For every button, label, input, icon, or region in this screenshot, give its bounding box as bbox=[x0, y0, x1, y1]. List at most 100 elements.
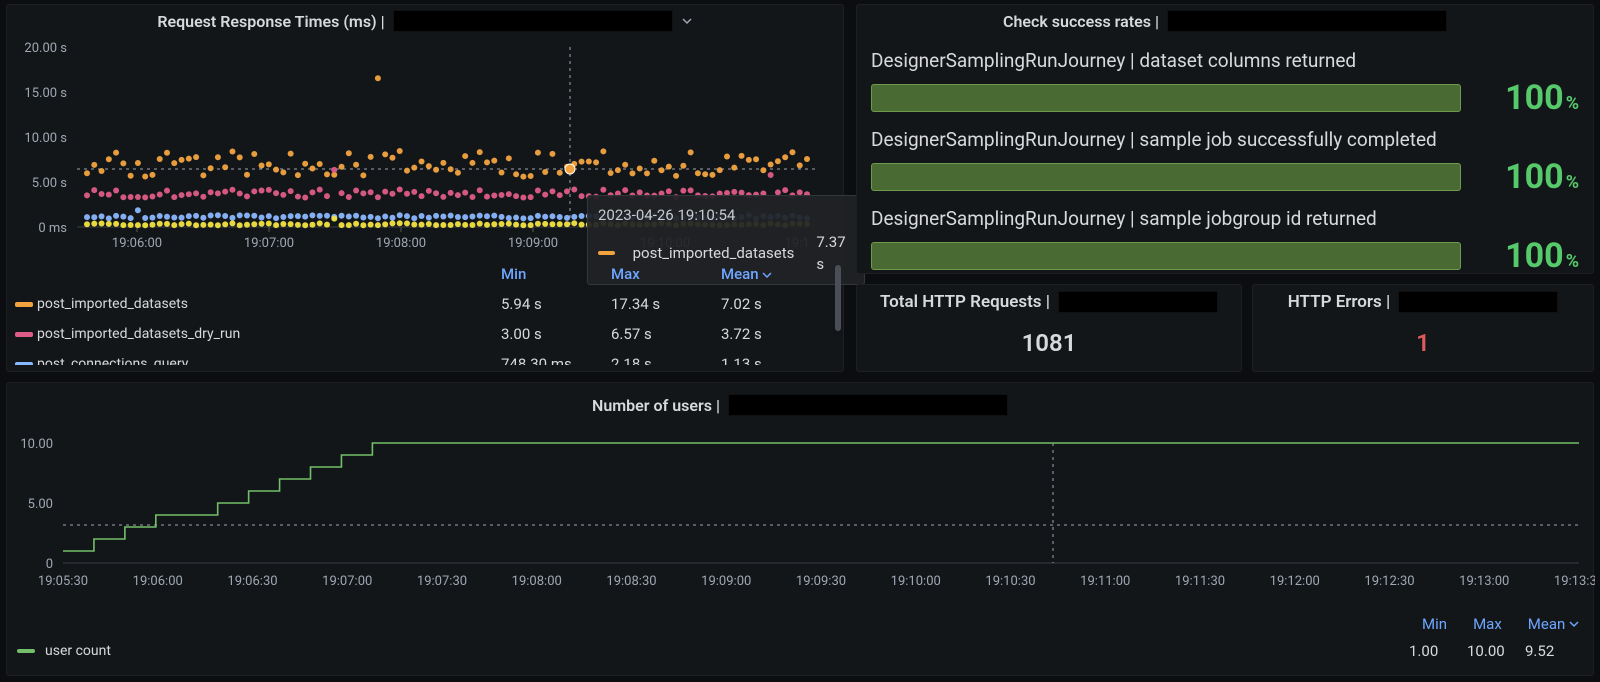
check-item: DesignerSamplingRunJourney | sample jobg… bbox=[871, 207, 1579, 276]
svg-text:19:09:00: 19:09:00 bbox=[701, 574, 751, 589]
panel-header[interactable]: HTTP Errors | bbox=[1253, 285, 1593, 319]
check-label: DesignerSamplingRunJourney | sample job … bbox=[871, 128, 1579, 151]
svg-text:19:06:00: 19:06:00 bbox=[133, 574, 183, 589]
panel-header[interactable]: Total HTTP Requests | bbox=[857, 285, 1241, 319]
panel-title: Check success rates | bbox=[1003, 12, 1159, 31]
legend-min: 3.00 s bbox=[501, 325, 611, 343]
legend-min: 1.00 bbox=[1409, 642, 1467, 660]
svg-text:19:08:00: 19:08:00 bbox=[376, 236, 426, 251]
svg-text:10.00 s: 10.00 s bbox=[24, 131, 67, 146]
legend-name: user count bbox=[45, 643, 111, 659]
legend-swatch bbox=[15, 332, 33, 337]
legend-swatch bbox=[15, 362, 33, 366]
svg-text:19:11:00: 19:11:00 bbox=[1080, 574, 1130, 589]
legend-row[interactable]: post_imported_datasets5.94 s17.34 s7.02 … bbox=[15, 289, 839, 319]
legend-mean: 1.13 s bbox=[721, 355, 831, 365]
svg-text:19:13:30: 19:13:30 bbox=[1554, 574, 1595, 589]
users-legend-table: Min Max Mean user count 1.00 10.00 9.52 bbox=[17, 611, 1583, 669]
panel-total-requests: Total HTTP Requests | 1081 bbox=[856, 284, 1242, 372]
col-max[interactable]: Max bbox=[611, 265, 721, 283]
response-times-chart[interactable]: 0 ms 5.00 s 10.00 s 15.00 s 20.00 s 19:06:00 1… bbox=[7, 37, 845, 259]
svg-text:15.00 s: 15.00 s bbox=[24, 86, 67, 101]
svg-text:19:07:00: 19:07:00 bbox=[244, 236, 294, 251]
svg-text:19:08:30: 19:08:30 bbox=[606, 574, 656, 589]
svg-text:19:1: 19:1 bbox=[784, 236, 809, 251]
legend-max: 17.34 s bbox=[611, 295, 721, 313]
col-min[interactable]: Min bbox=[1422, 615, 1447, 633]
svg-text:19:10:00: 19:10:00 bbox=[640, 236, 690, 251]
svg-text:19:09:00: 19:09:00 bbox=[508, 236, 558, 251]
check-pct: 100% bbox=[1479, 236, 1579, 276]
panel-header[interactable]: Number of users | bbox=[7, 383, 1593, 427]
legend-mean: 3.72 s bbox=[721, 325, 831, 343]
check-label: DesignerSamplingRunJourney | sample jobg… bbox=[871, 207, 1579, 230]
check-pct: 100% bbox=[1479, 157, 1579, 197]
svg-text:19:06:00: 19:06:00 bbox=[112, 236, 162, 251]
svg-text:5.00: 5.00 bbox=[28, 497, 53, 512]
panel-var-censored bbox=[1398, 291, 1558, 313]
svg-text:19:11:30: 19:11:30 bbox=[1175, 574, 1225, 589]
panel-var-censored bbox=[1058, 291, 1218, 313]
legend-max: 10.00 bbox=[1467, 642, 1525, 660]
svg-text:19:07:30: 19:07:30 bbox=[417, 574, 467, 589]
svg-text:19:13:00: 19:13:00 bbox=[1459, 574, 1509, 589]
response-legend-table: Min Max Mean post_imported_datasets5.94 … bbox=[15, 259, 839, 365]
check-item: DesignerSamplingRunJourney | sample job … bbox=[871, 128, 1579, 197]
svg-text:19:08:00: 19:08:00 bbox=[512, 574, 562, 589]
panel-response-times: Request Response Times (ms) | 0 ms 5.00 s… bbox=[6, 4, 844, 372]
svg-text:19:10:30: 19:10:30 bbox=[985, 574, 1035, 589]
legend-min: 5.94 s bbox=[501, 295, 611, 313]
check-bar[interactable] bbox=[871, 84, 1461, 112]
check-item: DesignerSamplingRunJourney | dataset col… bbox=[871, 49, 1579, 118]
panel-var-censored bbox=[728, 394, 1008, 416]
panel-title: Total HTTP Requests | bbox=[880, 292, 1050, 312]
check-label: DesignerSamplingRunJourney | dataset col… bbox=[871, 49, 1579, 72]
legend-swatch bbox=[15, 302, 33, 307]
legend-name: post_imported_datasets_dry_run bbox=[37, 326, 501, 342]
svg-text:19:05:30: 19:05:30 bbox=[38, 574, 88, 589]
panel-number-of-users: Number of users | 0 5.00 10.00 19:05:30 19:0… bbox=[6, 382, 1594, 676]
stat-value: 1 bbox=[1253, 319, 1593, 367]
panel-title: Request Response Times (ms) | bbox=[157, 12, 384, 31]
svg-text:19:10:00: 19:10:00 bbox=[891, 574, 941, 589]
panel-header[interactable]: Check success rates | bbox=[857, 5, 1593, 37]
panel-http-errors: HTTP Errors | 1 bbox=[1252, 284, 1594, 372]
panel-check-success: Check success rates | DesignerSamplingRu… bbox=[856, 4, 1594, 274]
chevron-down-icon bbox=[1569, 619, 1579, 629]
svg-text:0: 0 bbox=[46, 557, 53, 572]
legend-row[interactable]: post_connections_query748.30 ms2.18 s1.1… bbox=[15, 349, 839, 365]
col-mean[interactable]: Mean bbox=[721, 265, 831, 283]
legend-max: 6.57 s bbox=[611, 325, 721, 343]
svg-text:10.00: 10.00 bbox=[20, 437, 53, 452]
legend-swatch bbox=[17, 649, 35, 653]
legend-name: post_connections_query bbox=[37, 356, 501, 365]
check-bar[interactable] bbox=[871, 242, 1461, 270]
legend-row[interactable]: user count 1.00 10.00 9.52 bbox=[17, 637, 1583, 665]
legend-max: 2.18 s bbox=[611, 355, 721, 365]
legend-mean: 9.52 bbox=[1525, 642, 1583, 660]
svg-text:19:06:30: 19:06:30 bbox=[227, 574, 277, 589]
svg-text:19:09:30: 19:09:30 bbox=[796, 574, 846, 589]
check-bar[interactable] bbox=[871, 163, 1461, 191]
panel-var-censored bbox=[393, 10, 673, 32]
col-max[interactable]: Max bbox=[1473, 615, 1502, 633]
chevron-down-icon bbox=[762, 270, 772, 280]
legend-mean: 7.02 s bbox=[721, 295, 831, 313]
panel-header[interactable]: Request Response Times (ms) | bbox=[7, 5, 843, 37]
svg-text:19:12:30: 19:12:30 bbox=[1364, 574, 1414, 589]
legend-min: 748.30 ms bbox=[501, 355, 611, 365]
svg-text:20.00 s: 20.00 s bbox=[24, 41, 67, 56]
panel-var-censored bbox=[1167, 10, 1447, 32]
chevron-down-icon[interactable] bbox=[681, 12, 693, 31]
legend-name: post_imported_datasets bbox=[37, 296, 501, 312]
check-pct: 100% bbox=[1479, 78, 1579, 118]
svg-text:19:07:00: 19:07:00 bbox=[322, 574, 372, 589]
legend-row[interactable]: post_imported_datasets_dry_run3.00 s6.57… bbox=[15, 319, 839, 349]
users-chart[interactable]: 0 5.00 10.00 19:05:30 19:06:00 19:06:30 19:07:… bbox=[7, 429, 1595, 609]
panel-title: Number of users | bbox=[592, 396, 720, 415]
svg-text:0 ms: 0 ms bbox=[38, 221, 67, 236]
col-mean[interactable]: Mean bbox=[1528, 615, 1579, 633]
svg-text:5.00 s: 5.00 s bbox=[32, 176, 68, 191]
col-min[interactable]: Min bbox=[501, 265, 611, 283]
dashboard-root: Request Response Times (ms) | 0 ms 5.00 s… bbox=[0, 0, 1600, 682]
